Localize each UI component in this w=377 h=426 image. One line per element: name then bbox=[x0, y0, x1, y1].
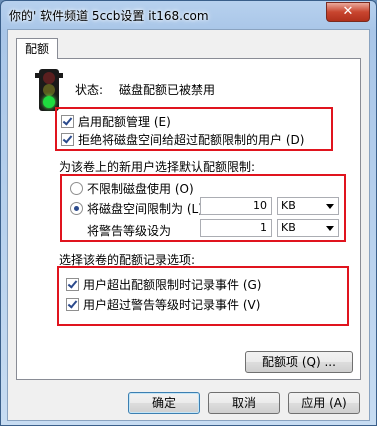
warning-level-label: 将警告等级设为 bbox=[87, 224, 172, 238]
ok-button[interactable]: 确定 bbox=[128, 392, 200, 414]
tab-quota[interactable]: 配额 bbox=[16, 38, 59, 59]
traffic-light-icon bbox=[35, 69, 63, 111]
cancel-button[interactable]: 取消 bbox=[208, 392, 280, 414]
limit-unit-select[interactable]: KB bbox=[277, 197, 339, 215]
checkbox-box[interactable] bbox=[61, 133, 74, 146]
dialog-client-area: 配额 状态: 磁盘配额已被禁用 启用配额管理 (E) 拒绝将磁盘空间给超过配额限… bbox=[7, 29, 370, 421]
window-title: 你的' 软件频道 5ccb设置 it168.com bbox=[9, 9, 209, 23]
checkbox-box[interactable] bbox=[61, 115, 74, 128]
checkbox-box[interactable] bbox=[66, 298, 79, 311]
title-bar: 你的' 软件频道 5ccb设置 it168.com ✕ bbox=[1, 1, 376, 29]
limit-disk-radio[interactable]: 将磁盘空间限制为 (L) bbox=[70, 200, 203, 217]
warning-unit-select[interactable]: KB bbox=[277, 219, 339, 237]
quota-tab-panel: 状态: 磁盘配额已被禁用 启用配额管理 (E) 拒绝将磁盘空间给超过配额限制的用… bbox=[16, 58, 361, 380]
radio-circle[interactable] bbox=[70, 182, 83, 195]
chevron-down-icon bbox=[326, 226, 334, 231]
quota-dialog-window: 你的' 软件频道 5ccb设置 it168.com ✕ 配额 状态: 磁盘配额已… bbox=[0, 0, 377, 426]
warning-value-input[interactable]: 1 bbox=[200, 219, 272, 237]
limit-value-input[interactable]: 10 bbox=[200, 197, 272, 215]
chevron-down-icon bbox=[326, 204, 334, 209]
status-label: 状态: bbox=[75, 83, 104, 97]
deny-space-checkbox[interactable]: 拒绝将磁盘空间给超过配额限制的用户 (D) bbox=[61, 131, 304, 148]
log-warning-checkbox[interactable]: 用户超过警告等级时记录事件 (V) bbox=[66, 296, 260, 313]
default-limit-heading: 为该卷上的新用户选择默认配额限制: bbox=[59, 160, 256, 174]
apply-button[interactable]: 应用 (A) bbox=[288, 392, 360, 414]
no-limit-radio[interactable]: 不限制磁盘使用 (O) bbox=[70, 180, 194, 197]
checkbox-box[interactable] bbox=[66, 278, 79, 291]
log-limit-checkbox[interactable]: 用户超出配额限制时记录事件 (G) bbox=[66, 276, 261, 293]
radio-circle[interactable] bbox=[70, 202, 83, 215]
close-button[interactable]: ✕ bbox=[326, 2, 370, 22]
enable-quota-checkbox[interactable]: 启用配额管理 (E) bbox=[61, 113, 171, 130]
quota-entries-button[interactable]: 配额项 (Q) ... bbox=[245, 351, 353, 373]
status-value: 磁盘配额已被禁用 bbox=[119, 83, 216, 97]
